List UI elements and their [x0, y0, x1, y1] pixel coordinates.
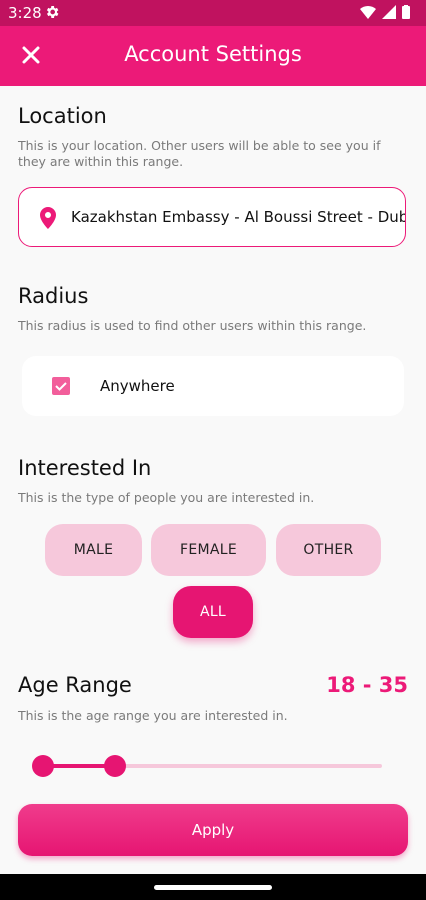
- check-icon: [55, 382, 67, 391]
- gear-icon: [46, 6, 59, 18]
- age-range-value: 18 - 35: [326, 673, 408, 697]
- home-handle[interactable]: [154, 885, 272, 890]
- signal-icon: [382, 5, 396, 19]
- interested-description: This is the type of people you are inter…: [18, 490, 315, 505]
- anywhere-checkbox[interactable]: [52, 377, 70, 395]
- wifi-icon: [360, 6, 376, 19]
- age-max-thumb[interactable]: [104, 755, 126, 777]
- chip-female[interactable]: FEMALE: [151, 524, 266, 576]
- location-pin-icon: [40, 207, 56, 229]
- radius-description: This radius is used to find other users …: [18, 318, 367, 333]
- location-description: This is your location. Other users will …: [18, 138, 381, 169]
- location-field[interactable]: Kazakhstan Embassy - Al Boussi Street - …: [18, 187, 406, 247]
- app-bar: Account Settings: [0, 26, 426, 86]
- chip-other[interactable]: OTHER: [276, 524, 381, 576]
- location-value: Kazakhstan Embassy - Al Boussi Street - …: [71, 208, 406, 226]
- interested-title: Interested In: [18, 456, 152, 480]
- apply-button[interactable]: Apply: [18, 804, 408, 856]
- radius-option-card: Anywhere: [22, 356, 404, 416]
- status-bar: 3:28: [0, 0, 426, 26]
- age-title: Age Range: [18, 673, 132, 697]
- battery-icon: [402, 5, 410, 19]
- radius-title: Radius: [18, 284, 89, 308]
- age-min-thumb[interactable]: [32, 755, 54, 777]
- navigation-bar: [0, 874, 426, 900]
- age-description: This is the age range you are interested…: [18, 708, 288, 723]
- location-title: Location: [18, 104, 107, 128]
- chip-all[interactable]: ALL: [173, 586, 253, 638]
- page-title: Account Settings: [124, 42, 302, 66]
- chip-male[interactable]: MALE: [45, 524, 142, 576]
- anywhere-label: Anywhere: [100, 377, 175, 395]
- status-time: 3:28: [8, 4, 42, 22]
